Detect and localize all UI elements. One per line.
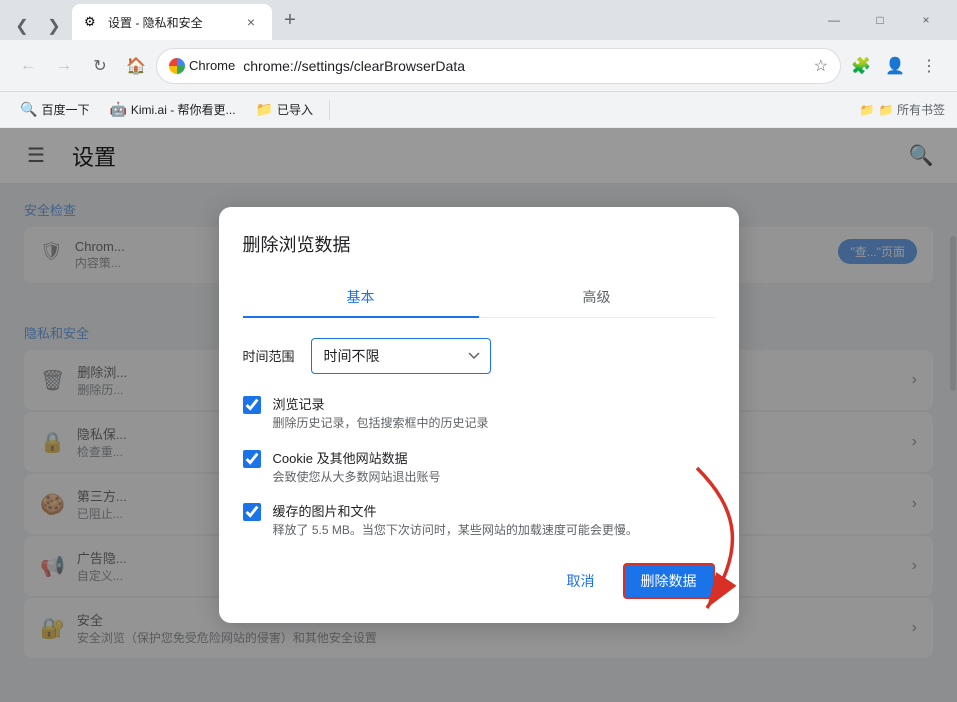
browser-tab-active[interactable]: ⚙ 设置 - 隐私和安全 × <box>72 4 272 40</box>
cookies-label: Cookie 及其他网站数据 会致使您从大多数网站退出账号 <box>273 448 715 486</box>
history-title: 浏览记录 <box>273 394 715 413</box>
kimi-icon: 🤖 <box>109 101 126 118</box>
bookmarks-bar: 🔍 百度一下 🤖 Kimi.ai - 帮你看更... 📁 已导入 📁 📁 所有书… <box>0 92 957 128</box>
imported-icon: 📁 <box>256 101 273 118</box>
profile-button[interactable]: 👤 <box>879 50 911 82</box>
bookmarks-divider <box>329 100 330 120</box>
minimize-button[interactable]: — <box>811 6 857 34</box>
delete-data-button[interactable]: 删除数据 <box>623 563 715 599</box>
chrome-logo-icon <box>169 58 185 74</box>
brand-name: Chrome <box>189 58 235 73</box>
checkbox-cache: 缓存的图片和文件 释放了 5.5 MB。当您下次访问时，某些网站的加载速度可能会… <box>243 501 715 539</box>
checkbox-history: 浏览记录 删除历史记录，包括搜索框中的历史记录 <box>243 394 715 432</box>
tab-nav-back[interactable]: ❮ <box>8 12 36 40</box>
main-content: ☰ 设置 🔍 安全检查 🛡 Chrom... 内容策... "查..."页面 <box>0 128 957 702</box>
bookmark-baidu-label: 百度一下 <box>41 101 89 118</box>
all-bookmarks[interactable]: 📁 📁 所有书签 <box>860 101 945 118</box>
time-range-row: 时间范围 时间不限 最近一小时 最近24小时 最近7天 最近4周 <box>243 338 715 374</box>
cookies-dialog-desc: 会致使您从大多数网站退出账号 <box>273 469 715 486</box>
time-range-label: 时间范围 <box>243 346 295 365</box>
window-controls: — □ × <box>811 6 949 34</box>
cache-title: 缓存的图片和文件 <box>273 501 715 520</box>
bookmark-imported-label: 已导入 <box>277 101 313 118</box>
bookmark-icon[interactable]: ☆ <box>814 56 828 76</box>
home-button[interactable]: 🏠 <box>120 50 152 82</box>
tab-bar: ❮ ❯ ⚙ 设置 - 隐私和安全 × + — □ × <box>0 0 957 40</box>
new-tab-button[interactable]: + <box>276 6 304 34</box>
bookmark-kimi-label: Kimi.ai - 帮你看更... <box>131 101 236 118</box>
tab-favicon: ⚙ <box>84 14 100 30</box>
extensions-button[interactable]: 🧩 <box>845 50 877 82</box>
url-text: chrome://settings/clearBrowserData <box>243 58 805 74</box>
bookmark-kimi[interactable]: 🤖 Kimi.ai - 帮你看更... <box>101 97 243 122</box>
tab-basic[interactable]: 基本 <box>243 277 479 317</box>
tab-close-button[interactable]: × <box>242 13 260 31</box>
browser-window: ❮ ❯ ⚙ 设置 - 隐私和安全 × + — □ × ← → ↻ 🏠 Chrom… <box>0 0 957 702</box>
modal-overlay: 删除浏览数据 基本 高级 时间范围 时间不限 最近一小时 最近24小时 最近7天… <box>0 128 957 702</box>
maximize-button[interactable]: □ <box>857 6 903 34</box>
baidu-icon: 🔍 <box>20 101 37 118</box>
cache-label: 缓存的图片和文件 释放了 5.5 MB。当您下次访问时，某些网站的加载速度可能会… <box>273 501 715 539</box>
cache-desc: 释放了 5.5 MB。当您下次访问时，某些网站的加载速度可能会更慢。 <box>273 522 715 539</box>
all-bookmarks-label: 📁 所有书签 <box>879 101 945 118</box>
checkbox-group: 浏览记录 删除历史记录，包括搜索框中的历史记录 Cookie 及其他网站数据 会… <box>243 394 715 539</box>
cache-checkbox[interactable] <box>243 503 261 521</box>
cookies-checkbox[interactable] <box>243 450 261 468</box>
history-label: 浏览记录 删除历史记录，包括搜索框中的历史记录 <box>273 394 715 432</box>
tab-title: 设置 - 隐私和安全 <box>108 14 234 31</box>
close-button[interactable]: × <box>903 6 949 34</box>
back-button[interactable]: ← <box>12 50 44 82</box>
bookmark-imported[interactable]: 📁 已导入 <box>248 97 321 122</box>
checkbox-cookies: Cookie 及其他网站数据 会致使您从大多数网站退出账号 <box>243 448 715 486</box>
address-bar: ← → ↻ 🏠 Chrome chrome://settings/clearBr… <box>0 40 957 92</box>
dialog-buttons: 取消 删除数据 <box>243 563 715 599</box>
history-checkbox[interactable] <box>243 396 261 414</box>
time-range-select[interactable]: 时间不限 最近一小时 最近24小时 最近7天 最近4周 <box>311 338 491 374</box>
cookies-dialog-title: Cookie 及其他网站数据 <box>273 448 715 467</box>
tab-nav-forward[interactable]: ❯ <box>40 12 68 40</box>
history-desc: 删除历史记录，包括搜索框中的历史记录 <box>273 415 715 432</box>
all-bookmarks-icon: 📁 <box>860 103 875 117</box>
tab-bar-left: ❮ ❯ <box>8 12 68 40</box>
url-bar[interactable]: Chrome chrome://settings/clearBrowserDat… <box>156 48 841 84</box>
dialog-title: 删除浏览数据 <box>243 231 715 257</box>
clear-browser-data-dialog: 删除浏览数据 基本 高级 时间范围 时间不限 最近一小时 最近24小时 最近7天… <box>219 207 739 623</box>
cancel-button[interactable]: 取消 <box>551 563 611 599</box>
bookmark-baidu[interactable]: 🔍 百度一下 <box>12 97 97 122</box>
forward-button[interactable]: → <box>48 50 80 82</box>
addr-icons: 🧩 👤 ⋮ <box>845 50 945 82</box>
menu-button[interactable]: ⋮ <box>913 50 945 82</box>
dialog-tabs: 基本 高级 <box>243 277 715 318</box>
tab-advanced[interactable]: 高级 <box>479 277 715 317</box>
url-brand: Chrome <box>169 58 235 74</box>
reload-button[interactable]: ↻ <box>84 50 116 82</box>
